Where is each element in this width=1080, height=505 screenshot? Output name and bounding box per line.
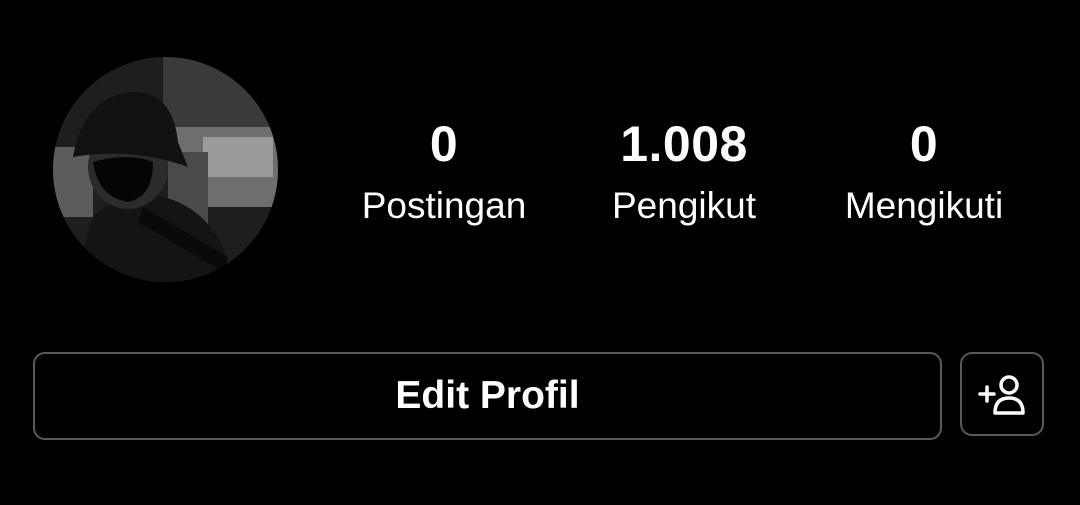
posts-count: 0	[429, 116, 459, 172]
discover-people-button[interactable]	[960, 352, 1044, 436]
stat-posts[interactable]: 0 Postingan	[324, 112, 564, 236]
stat-followers[interactable]: 1.008 Pengikut	[564, 112, 804, 236]
posts-label: Postingan	[361, 185, 527, 226]
edit-profile-button[interactable]: Edit Profil	[33, 352, 942, 440]
profile-avatar[interactable]	[53, 57, 278, 282]
add-person-icon	[978, 375, 1025, 415]
followers-count: 1.008	[620, 116, 748, 172]
followers-label: Pengikut	[612, 185, 756, 226]
stat-following[interactable]: 0 Mengikuti	[804, 112, 1044, 236]
avatar-photo	[53, 57, 278, 282]
following-label: Mengikuti	[844, 185, 1004, 226]
following-count: 0	[909, 116, 939, 172]
